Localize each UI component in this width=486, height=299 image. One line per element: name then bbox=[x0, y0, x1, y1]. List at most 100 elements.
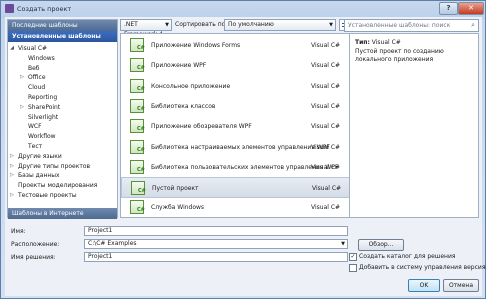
tree-item[interactable]: ▷ Базы данных bbox=[8, 171, 117, 181]
installed-templates-header[interactable]: Установленные шаблоны bbox=[8, 31, 117, 42]
template-language: Visual C# bbox=[311, 204, 341, 212]
template-row[interactable]: C# Приложение Windows Forms Visual C# bbox=[121, 35, 350, 56]
tree-item[interactable]: Cloud bbox=[8, 83, 117, 93]
template-name: Служба Windows bbox=[151, 204, 205, 212]
tree-item[interactable]: Workflow bbox=[8, 132, 117, 142]
template-row[interactable]: C# Приложение обозревателя WPF Visual C# bbox=[121, 116, 350, 137]
template-name: Пустой проект bbox=[152, 185, 199, 193]
solution-name-label: Имя решения: bbox=[11, 254, 56, 261]
tree-collapsed-icon[interactable]: ▷ bbox=[9, 171, 15, 181]
tree-item-label: Базы данных bbox=[18, 172, 60, 180]
browse-button[interactable]: Обзор... bbox=[358, 239, 404, 251]
recent-templates-header[interactable]: Последние шаблоны bbox=[8, 20, 117, 31]
tree-collapsed-icon[interactable]: ▷ bbox=[19, 73, 25, 83]
location-combobox[interactable]: C:\C# Examples ▼ bbox=[84, 239, 348, 249]
tree-collapsed-icon[interactable]: ▷ bbox=[9, 162, 15, 172]
sort-select[interactable]: По умолчанию ▼ bbox=[224, 19, 336, 31]
template-toolbar: .NET Framework 4 ▼ Сортировать по: По ум… bbox=[120, 19, 364, 38]
template-name: Библиотека классов bbox=[151, 102, 216, 110]
template-row[interactable]: C# Библиотека классов Visual C# bbox=[121, 96, 350, 117]
title-bar: Создать проект ? ✕ bbox=[1, 1, 485, 17]
template-row[interactable]: C# Приложение WPF Visual C# bbox=[121, 55, 350, 76]
template-row[interactable]: C# Библиотека настраиваемых элементов упр… bbox=[121, 137, 350, 158]
csharp-project-icon: C# bbox=[131, 181, 146, 196]
tree-item-label: Visual C# bbox=[18, 45, 48, 52]
template-row[interactable]: C# Консольное приложение Visual C# bbox=[121, 76, 350, 97]
cancel-button[interactable]: Отмена bbox=[443, 279, 479, 292]
tree-item[interactable]: ▷ Office bbox=[8, 73, 117, 83]
csharp-project-icon: C# bbox=[130, 38, 145, 52]
template-name: Консольное приложение bbox=[151, 82, 231, 90]
close-button[interactable]: ✕ bbox=[458, 2, 484, 15]
tree-item[interactable]: Reporting bbox=[8, 93, 117, 103]
tree-item[interactable]: ▷ Тестовые проекты bbox=[8, 191, 117, 201]
tree-item-label: Windows bbox=[28, 54, 55, 62]
dialog-body: Последние шаблоны Установленные шаблоны … bbox=[5, 17, 486, 296]
tree-item[interactable]: ▷ Другие языки bbox=[8, 152, 117, 162]
tree-item[interactable]: ▷ SharePoint bbox=[8, 103, 117, 113]
template-row[interactable]: C# Библиотека пользовательских элементов … bbox=[121, 157, 350, 178]
create-directory-label[interactable]: Создать каталог для решения bbox=[359, 252, 455, 262]
template-row[interactable]: C# Пустой проект Visual C# bbox=[121, 177, 350, 199]
tree-item-label: Веб bbox=[28, 64, 40, 72]
template-language: Visual C# bbox=[311, 62, 341, 70]
template-language: Visual C# bbox=[311, 82, 341, 90]
name-field[interactable]: Project1 bbox=[84, 226, 348, 236]
tree-item-label: Cloud bbox=[28, 84, 46, 92]
tree-item[interactable]: Silverlight bbox=[8, 113, 117, 123]
tree-item-label: Office bbox=[28, 74, 46, 82]
add-to-source-control-label[interactable]: Добавить в систему управления версиями bbox=[359, 263, 486, 273]
chevron-down-icon[interactable]: ▼ bbox=[341, 240, 345, 248]
help-button[interactable]: ? bbox=[439, 2, 458, 15]
search-icon[interactable]: ⌕ bbox=[471, 20, 475, 31]
tree-item-label: Silverlight bbox=[28, 113, 59, 121]
template-name: Приложение Windows Forms bbox=[151, 42, 241, 49]
template-language: Visual C# bbox=[311, 102, 341, 110]
tree-item[interactable]: WCF bbox=[8, 122, 117, 132]
csharp-project-icon: C# bbox=[130, 78, 145, 93]
csharp-project-icon: C# bbox=[130, 139, 145, 154]
template-language: Visual C# bbox=[311, 163, 341, 171]
sort-label: Сортировать по: bbox=[175, 21, 228, 28]
window-title: Создать проект bbox=[17, 5, 72, 13]
template-list: C# Приложение Windows Forms Visual C# C# При… bbox=[120, 33, 364, 218]
tree-item-label: WCF bbox=[28, 123, 42, 131]
tree-item[interactable]: Windows bbox=[8, 54, 117, 64]
solution-name-value: Project1 bbox=[88, 253, 113, 260]
tree-collapsed-icon[interactable]: ▷ bbox=[9, 152, 15, 162]
name-value: Project1 bbox=[88, 227, 113, 234]
tree-item-label: Reporting bbox=[28, 93, 58, 101]
tree-item[interactable]: ▷ Другие типы проектов bbox=[8, 162, 117, 172]
tree-item-label: SharePoint bbox=[28, 103, 61, 111]
framework-select[interactable]: .NET Framework 4 ▼ bbox=[120, 19, 172, 38]
type-label: Тип: bbox=[355, 39, 370, 46]
tree-collapsed-icon[interactable]: ▷ bbox=[9, 191, 15, 201]
tree-item-label: Тестовые проекты bbox=[18, 191, 77, 199]
tree-item-label: Другие языки bbox=[18, 152, 62, 160]
tree-expanded-icon[interactable]: ◢ bbox=[9, 44, 15, 54]
create-directory-checkbox[interactable]: ✓ bbox=[349, 253, 357, 261]
csharp-project-icon: C# bbox=[130, 159, 145, 174]
online-templates-header[interactable]: Шаблоны в Интернете bbox=[8, 208, 117, 219]
template-row[interactable]: C# Служба Windows Visual C# bbox=[121, 197, 350, 217]
search-placeholder: Установленные шаблоны: поиск bbox=[348, 22, 451, 29]
tree-item[interactable]: ◢ Visual C# bbox=[8, 44, 117, 54]
csharp-project-icon: C# bbox=[130, 119, 145, 134]
tree-item-label: Другие типы проектов bbox=[18, 162, 91, 170]
tree-item[interactable]: Веб bbox=[8, 64, 117, 74]
location-value: C:\C# Examples bbox=[88, 240, 137, 247]
tree-item[interactable]: Тест bbox=[8, 142, 117, 152]
new-project-dialog: Создать проект ? ✕ Последние шаблоны Уст… bbox=[0, 0, 486, 299]
tree-item[interactable]: Проекты моделирования bbox=[8, 181, 117, 191]
tree-item-label: Workflow bbox=[28, 133, 56, 141]
template-type: Тип: Visual C# bbox=[355, 39, 401, 46]
tree-collapsed-icon[interactable]: ▷ bbox=[19, 103, 25, 113]
solution-name-field[interactable]: Project1 bbox=[84, 252, 348, 262]
csharp-project-icon: C# bbox=[130, 58, 145, 73]
add-to-source-control-checkbox[interactable] bbox=[349, 264, 357, 272]
template-name: Приложение WPF bbox=[151, 62, 207, 70]
chevron-down-icon: ▼ bbox=[165, 22, 169, 28]
template-language: Visual C# bbox=[311, 123, 341, 131]
ok-button[interactable]: OK bbox=[408, 279, 440, 292]
template-search-input[interactable]: Установленные шаблоны: поиск ⌕ bbox=[344, 19, 479, 32]
